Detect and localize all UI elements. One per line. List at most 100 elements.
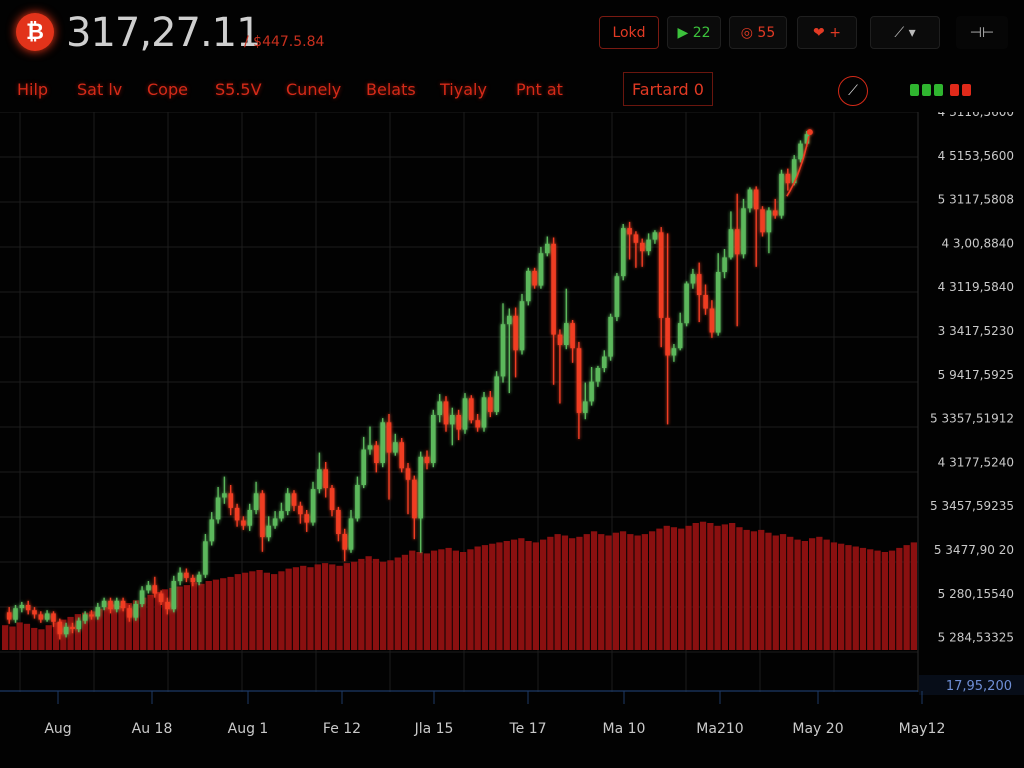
volume-bar — [685, 525, 692, 650]
candle-body — [500, 324, 506, 377]
volume-bar — [401, 554, 409, 650]
candle-body — [785, 173, 791, 184]
volume-bar — [663, 525, 670, 650]
volume-bar — [787, 536, 794, 650]
draw-tool-icon[interactable]: ⟋ — [838, 76, 868, 106]
volume-bar — [249, 571, 256, 650]
price-chart[interactable]: 4 3116,5600 4 5153,5600 5 3117,5808 4 3,00,… — [0, 112, 1024, 768]
volume-bar — [583, 534, 590, 650]
x-tick-label: May12 — [899, 721, 946, 737]
network-icon[interactable]: ⊣⊢ — [956, 16, 1008, 49]
y-value-label: 17,95,200 — [946, 679, 1012, 694]
volume-bar — [292, 567, 300, 650]
volume-bar — [743, 529, 750, 650]
volume-bar — [234, 574, 241, 650]
x-tick-label: Au 18 — [132, 721, 173, 737]
y-tick-label: 5 3457,59235 — [930, 499, 1014, 513]
volume-bar — [678, 528, 685, 650]
candle-body — [304, 514, 309, 523]
candle-body — [519, 301, 525, 351]
volume-bar — [758, 529, 765, 650]
menu-item[interactable]: Cope — [147, 80, 188, 99]
volume-bar — [271, 574, 278, 650]
volume-bar — [300, 565, 307, 650]
chart-type-dropdown[interactable]: ⟋ ▾ — [870, 16, 940, 49]
volume-bar — [212, 579, 220, 650]
volume-bar — [220, 578, 227, 650]
status-green-icon — [934, 84, 943, 96]
candle-body — [614, 276, 620, 317]
candle-body — [279, 511, 284, 519]
volume-bar — [147, 594, 154, 650]
candle-body — [677, 323, 683, 349]
volume-bar — [191, 582, 198, 650]
candle-body — [13, 608, 18, 620]
candle-body — [709, 308, 715, 333]
volume-bar — [634, 535, 641, 650]
candle-body — [120, 600, 126, 609]
candle-body — [728, 229, 734, 258]
volume-bar — [9, 626, 16, 650]
candle-body — [456, 415, 461, 430]
volume-bar — [874, 550, 881, 650]
candle-body — [621, 228, 626, 277]
volume-bar — [540, 539, 547, 650]
volume-bar — [627, 534, 634, 650]
volume-bar — [321, 563, 329, 650]
candle-body — [329, 488, 335, 510]
trend-curve — [786, 136, 810, 197]
x-tick-label: Ma 10 — [603, 721, 646, 737]
candle-body — [342, 534, 347, 550]
volume-bar — [496, 542, 503, 650]
candle-body — [260, 493, 265, 538]
alarm-button[interactable]: ◎ 55 — [729, 16, 787, 49]
volume-bar — [903, 545, 910, 650]
menu-item[interactable]: S5.5V — [215, 80, 262, 99]
candle-body — [367, 445, 373, 450]
status-red-icon — [962, 84, 971, 96]
volume-bar — [736, 527, 743, 650]
volume-bar — [598, 534, 605, 650]
candle-body — [772, 210, 778, 216]
volume-bar — [503, 541, 510, 650]
x-axis: 17,95,200 Aug Au 18 Aug 1 Fe 12 Jla 15 Te 17 Ma… — [0, 675, 1024, 737]
candle-body — [557, 334, 563, 345]
volume-bar — [896, 547, 903, 650]
forward-button[interactable]: Fartard 0 — [623, 72, 713, 106]
menu-item[interactable]: Hilp — [17, 80, 48, 99]
candle-body — [646, 239, 651, 252]
volume-bar — [263, 572, 270, 650]
volume-bar — [772, 535, 779, 650]
candle-body — [545, 243, 550, 254]
volume-bar — [845, 545, 852, 650]
favorite-button[interactable]: ❤ + — [797, 16, 857, 49]
candle-body — [158, 593, 164, 602]
candle-body — [766, 210, 772, 233]
menu-item[interactable]: Tiyaly — [440, 80, 487, 99]
candle-body — [101, 600, 107, 608]
menu-item[interactable]: Pnt at — [516, 80, 563, 99]
play-count-button[interactable]: ▶ 22 — [667, 16, 721, 49]
candle-body — [108, 600, 113, 610]
volume-bar — [532, 542, 539, 650]
menu-item[interactable]: Sat lv — [77, 80, 122, 99]
volume-bar — [365, 556, 372, 650]
candle-body — [671, 348, 677, 356]
candle-body — [241, 520, 246, 526]
candle-body — [405, 468, 411, 480]
volume-bar — [910, 542, 917, 650]
candle-body — [25, 605, 31, 611]
candle-body — [734, 229, 740, 255]
menu-item[interactable]: Belats — [366, 80, 416, 99]
volume-bar — [307, 567, 314, 650]
y-tick-label: 4 3116,5600 — [938, 112, 1014, 119]
x-tick-label: Jla 15 — [414, 721, 454, 737]
status-green-icon — [910, 84, 919, 96]
menu-bar: Hilp Sat lv Cope S5.5V Cunely Belats Tiy… — [0, 70, 1024, 110]
volume-bar — [351, 561, 358, 650]
load-button[interactable]: Lokd — [599, 16, 659, 49]
volume-bar — [45, 625, 52, 650]
x-tick-label: Te 17 — [508, 721, 546, 737]
menu-item[interactable]: Cunely — [286, 80, 341, 99]
volume-bar — [481, 545, 489, 650]
